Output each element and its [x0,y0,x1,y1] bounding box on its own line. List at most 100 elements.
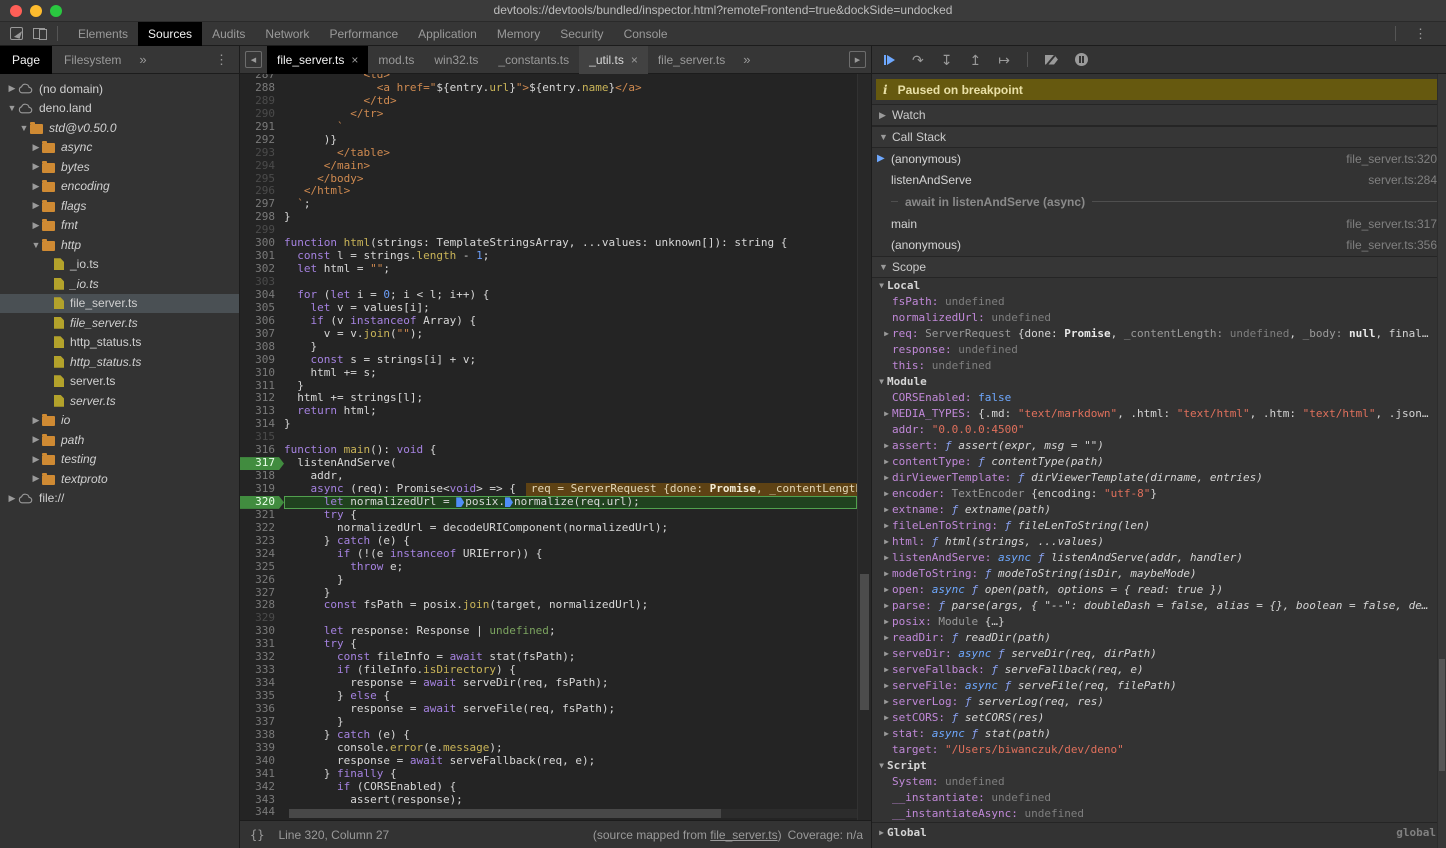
code-line-content[interactable]: } [284,574,857,587]
code-line-338[interactable]: 338 } catch (e) { [240,729,871,742]
navigator-overflow-icon[interactable]: » [133,52,152,67]
code-line-content[interactable]: console.error(e.message); [284,742,857,755]
code-line-content[interactable]: if (fileInfo.isDirectory) { [284,664,857,677]
tree-item-_io.ts[interactable]: _io.ts [0,274,239,294]
scope-var-listenandserve[interactable]: ▶listenAndServe: async ƒ listenAndServe(… [872,550,1446,566]
inline-breakpoint-icon[interactable] [456,497,464,507]
code-line-342[interactable]: 342 if (CORSEnabled) { [240,781,871,794]
panel-tab-security[interactable]: Security [550,22,613,46]
code-line-content[interactable]: } else { [284,690,857,703]
call-stack-section-header[interactable]: ▼ Call Stack [872,126,1446,148]
code-line-324[interactable]: 324 if (!(e instanceof URIError)) { [240,548,871,561]
gutter-line-number[interactable]: 325 [240,561,284,574]
deactivate-breakpoints-button[interactable] [1045,55,1058,65]
watch-section-header[interactable]: ▶ Watch [872,104,1446,126]
code-line-content[interactable]: let html = ""; [284,263,857,276]
scope-var-setcors[interactable]: ▶setCORS: ƒ setCORS(res) [872,710,1446,726]
call-stack-frame--anonymous-[interactable]: ▶(anonymous)file_server.ts:320 [872,148,1446,170]
gutter-line-number[interactable]: 293 [240,147,284,160]
code-line-content[interactable]: assert(response); [284,794,857,807]
scope-section-script[interactable]: ▼Script [872,758,1446,774]
tab-page[interactable]: Page [0,46,52,74]
code-line-320[interactable]: 320 let normalizedUrl = posix.normalize(… [240,496,871,509]
gutter-line-number[interactable]: 323 [240,535,284,548]
code-line-299[interactable]: 299 [240,224,871,237]
gutter-line-number[interactable]: 306 [240,315,284,328]
code-line-339[interactable]: 339 console.error(e.message); [240,742,871,755]
gutter-line-number[interactable]: 319 [240,483,284,496]
scope-var-readdir[interactable]: ▶readDir: ƒ readDir(path) [872,630,1446,646]
code-line-content[interactable]: listenAndServe( [284,457,857,470]
code-line-291[interactable]: 291 ` [240,121,871,134]
code-line-333[interactable]: 333 if (fileInfo.isDirectory) { [240,664,871,677]
code-line-content[interactable]: } finally { [284,768,857,781]
gutter-line-number[interactable]: 317 [240,457,284,470]
gutter-line-number[interactable]: 342 [240,781,284,794]
code-line-302[interactable]: 302 let html = ""; [240,263,871,276]
panel-tab-sources[interactable]: Sources [138,22,202,46]
gutter-line-number[interactable]: 335 [240,690,284,703]
code-line-319[interactable]: 319 async (req): Promise<void> => {req =… [240,483,871,496]
navigator-menu-icon[interactable]: ⋮ [205,52,239,68]
code-line-content[interactable]: const s = strings[i] + v; [284,354,857,367]
code-line-content[interactable] [284,612,857,625]
gutter-line-number[interactable]: 341 [240,768,284,781]
gutter-line-number[interactable]: 303 [240,276,284,289]
code-line-content[interactable]: html += strings[l]; [284,392,857,405]
minimize-window-button[interactable] [30,5,42,17]
editor-tab-file_server.ts[interactable]: file_server.ts× [267,46,368,74]
code-line-content[interactable]: addr, [284,470,857,483]
code-line-290[interactable]: 290 </tr> [240,108,871,121]
scope-section-module[interactable]: ▼Module [872,374,1446,390]
code-line-312[interactable]: 312 html += strings[l]; [240,392,871,405]
code-line-301[interactable]: 301 const l = strings.length - 1; [240,250,871,263]
code-line-content[interactable]: v = v.join(""); [284,328,857,341]
tree-item--no-domain-[interactable]: ▶(no domain) [0,79,239,99]
gutter-line-number[interactable]: 339 [240,742,284,755]
gutter-line-number[interactable]: 338 [240,729,284,742]
code-line-332[interactable]: 332 const fileInfo = await stat(fsPath); [240,651,871,664]
close-tab-icon[interactable]: × [351,53,358,67]
gutter-line-number[interactable]: 326 [240,574,284,587]
code-line-content[interactable]: </td> [284,95,857,108]
gutter-line-number[interactable]: 309 [240,354,284,367]
scope-var-req[interactable]: ▶req: ServerRequest {done: Promise, _con… [872,326,1446,342]
gutter-line-number[interactable]: 305 [240,302,284,315]
scope-var-contenttype[interactable]: ▶contentType: ƒ contentType(path) [872,454,1446,470]
code-line-content[interactable]: function html(strings: TemplateStringsAr… [284,237,857,250]
tree-item-encoding[interactable]: ▶encoding [0,177,239,197]
gutter-line-number[interactable]: 288 [240,82,284,95]
code-line-content[interactable]: } [284,341,857,354]
code-line-content[interactable]: normalizedUrl = decodeURIComponent(norma… [284,522,857,535]
scope-var-serverlog[interactable]: ▶serverLog: ƒ serverLog(req, res) [872,694,1446,710]
call-stack-frame--anonymous-[interactable]: (anonymous)file_server.ts:356 [872,234,1446,256]
pause-on-exceptions-button[interactable] [1075,53,1088,66]
code-line-content[interactable]: async (req): Promise<void> => {req = Ser… [284,483,857,496]
code-line-content[interactable]: const fsPath = posix.join(target, normal… [284,599,857,612]
tree-item-_io.ts[interactable]: _io.ts [0,255,239,275]
scope-var-addr[interactable]: addr: "0.0.0.0:4500" [872,422,1446,438]
tree-item-file-[interactable]: ▶file:// [0,489,239,509]
scope-var-posix[interactable]: ▶posix: Module {…} [872,614,1446,630]
code-line-306[interactable]: 306 if (v instanceof Array) { [240,315,871,328]
gutter-line-number[interactable]: 322 [240,522,284,535]
code-line-295[interactable]: 295 </body> [240,173,871,186]
code-line-content[interactable]: )} [284,134,857,147]
tree-item-file_server.ts[interactable]: file_server.ts [0,313,239,333]
code-line-content[interactable]: </table> [284,147,857,160]
scope-var-servefile[interactable]: ▶serveFile: async ƒ serveFile(req, fileP… [872,678,1446,694]
gutter-line-number[interactable]: 324 [240,548,284,561]
code-line-content[interactable]: </main> [284,160,857,173]
gutter-line-number[interactable]: 340 [240,755,284,768]
code-line-335[interactable]: 335 } else { [240,690,871,703]
code-line-298[interactable]: 298} [240,211,871,224]
gutter-line-number[interactable]: 292 [240,134,284,147]
tree-item-http_status.ts[interactable]: http_status.ts [0,333,239,353]
scope-var-target[interactable]: target: "/Users/biwanczuk/dev/deno" [872,742,1446,758]
code-line-content[interactable]: } [284,418,857,431]
code-line-content[interactable]: const fileInfo = await stat(fsPath); [284,651,857,664]
code-line-334[interactable]: 334 response = await serveDir(req, fsPat… [240,677,871,690]
code-line-326[interactable]: 326 } [240,574,871,587]
scope-var-filelentostring[interactable]: ▶fileLenToString: ƒ fileLenToString(len) [872,518,1446,534]
code-line-content[interactable]: let normalizedUrl = posix.normalize(req.… [284,496,857,509]
